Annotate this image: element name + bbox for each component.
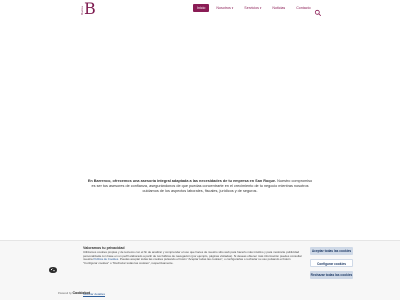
- intro-paragraph: En Barrenco, ofrecemos una asesoría inte…: [86, 179, 314, 195]
- nav-label: Noticias: [272, 6, 286, 10]
- accept-all-button[interactable]: Aceptar todas las cookies: [310, 247, 353, 255]
- nav-label: Servicios: [244, 6, 259, 10]
- nav-label: Inicio: [197, 6, 206, 10]
- nav-item-servicios[interactable]: Servicios ▾: [240, 4, 265, 12]
- logo-letter: B: [84, 0, 96, 18]
- cookiebot-brand: Cookiebot: [72, 291, 91, 295]
- nav-label: Nosotros: [216, 6, 231, 10]
- configure-cookies-button[interactable]: Configurar cookies: [310, 259, 353, 267]
- nav-item-noticias[interactable]: Noticias: [268, 4, 289, 12]
- site-header: Barea B Inicio Nosotros ▾ Servicios ▾ Noti…: [0, 0, 400, 20]
- nav-item-nosotros[interactable]: Nosotros ▾: [212, 4, 237, 12]
- main-nav: Inicio Nosotros ▾ Servicios ▾ Noticias Con…: [193, 4, 315, 12]
- chevron-down-icon: ▾: [259, 6, 262, 10]
- powered-by-cookiebot[interactable]: Powered by Cookiebot: [58, 291, 90, 295]
- intro-lead: En Barrenco, ofrecemos una asesoría inte…: [87, 179, 277, 183]
- cookie-text: Utilizamos cookies propias y de terceros…: [83, 250, 305, 265]
- chevron-down-icon: ▾: [231, 6, 234, 10]
- powered-prefix: Powered by: [58, 292, 72, 295]
- cookie-icon: [48, 261, 58, 273]
- nav-label: Contacto: [296, 6, 311, 10]
- cookie-banner: Valoramos tu privacidad Utilizamos cooki…: [0, 240, 400, 300]
- nav-item-inicio[interactable]: Inicio: [193, 4, 210, 12]
- reject-all-button[interactable]: Rechazar todas las cookies: [310, 271, 353, 279]
- site-logo[interactable]: Barea B: [80, 0, 100, 18]
- search-icon[interactable]: [314, 4, 322, 16]
- nav-item-contacto[interactable]: Contacto: [292, 4, 314, 12]
